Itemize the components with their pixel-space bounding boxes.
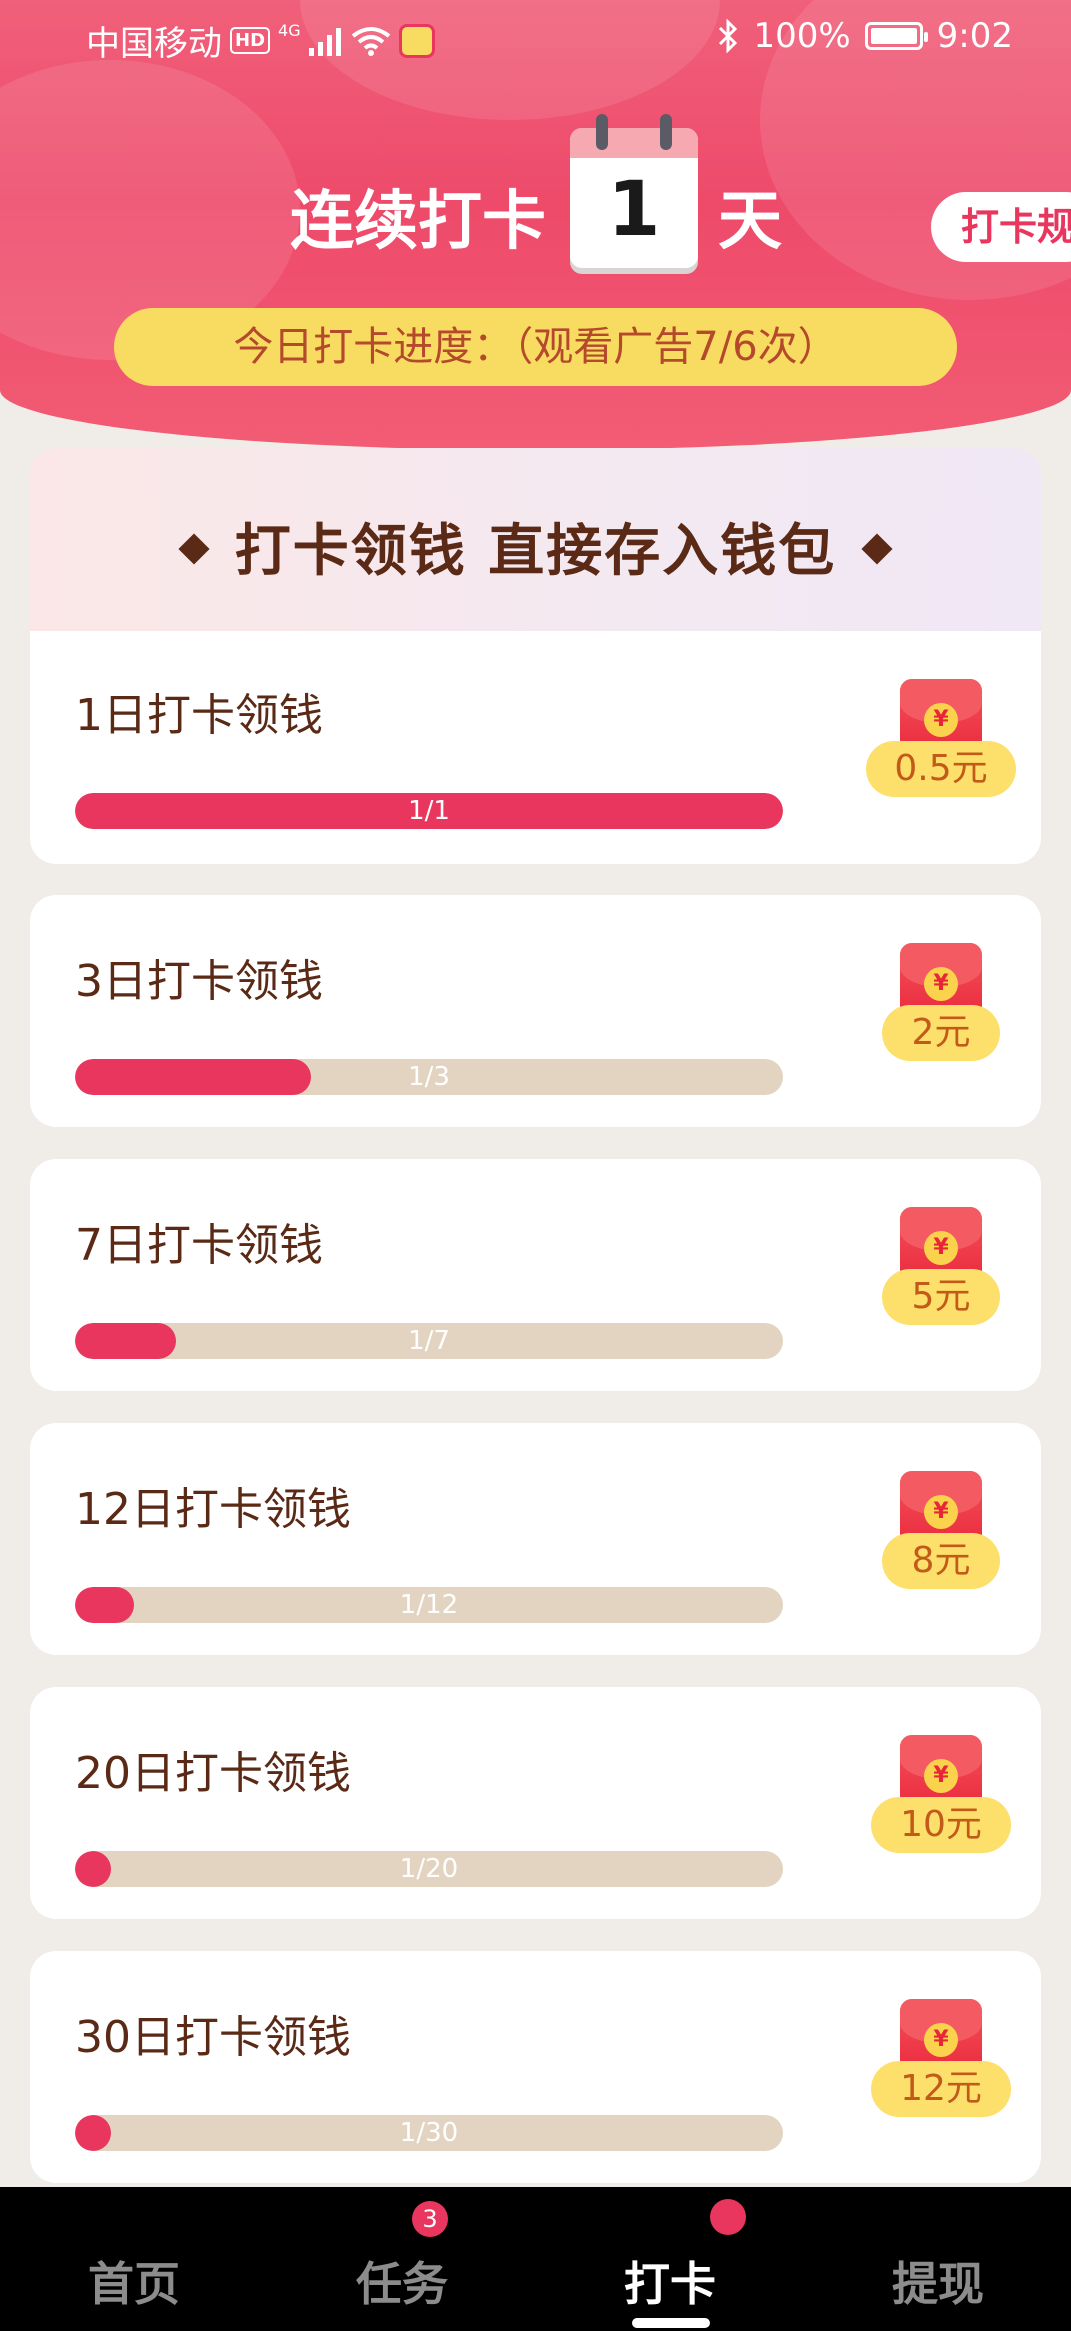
network-type: 4G	[278, 21, 301, 40]
checkin-card: 3日打卡领钱 1/3 ¥2元	[30, 895, 1041, 1127]
app-notification-icon	[398, 23, 435, 58]
checkin-card: 7日打卡领钱 1/7 ¥5元	[30, 1159, 1041, 1391]
yuan-coin-icon: ¥	[924, 1231, 958, 1265]
tasks-badge: 3	[412, 2201, 448, 2237]
signal-icon	[308, 27, 341, 56]
yuan-coin-icon: ¥	[924, 2023, 958, 2057]
battery-percent: 100%	[753, 16, 851, 56]
rules-button[interactable]: 打卡规则	[931, 192, 1071, 262]
progress-bar: 1/3	[75, 1059, 783, 1095]
home-indicator	[632, 2318, 710, 2328]
checkin-card: 20日打卡领钱 1/20 ¥10元	[30, 1687, 1041, 1919]
progress-bar: 1/20	[75, 1851, 783, 1887]
diamond-icon	[178, 533, 210, 565]
battery-icon	[864, 22, 928, 50]
tab-label: 打卡	[624, 2257, 716, 2311]
tab-label: 任务	[356, 2257, 448, 2311]
streak-days: 1	[607, 164, 661, 253]
yuan-coin-icon: ¥	[924, 703, 958, 737]
card-title: 30日打卡领钱	[75, 2012, 351, 2063]
wifi-icon	[351, 26, 390, 56]
progress-label: 1/30	[399, 2118, 459, 2148]
hd-icon: HD	[230, 27, 271, 54]
reward-amount: 2元	[882, 1005, 1000, 1061]
checkin-card: 30日打卡领钱 1/30 ¥12元	[30, 1951, 1041, 2183]
carrier: 中国移动	[86, 24, 222, 64]
progress-label: 1/1	[408, 796, 450, 826]
card-title: 20日打卡领钱	[75, 1748, 351, 1799]
tab-checkin[interactable]: 打卡	[536, 2187, 804, 2331]
progress-label: 1/12	[399, 1590, 459, 1620]
reward-amount: 0.5元	[866, 741, 1016, 797]
card-title: 1日打卡领钱	[75, 690, 323, 741]
reward-amount: 8元	[882, 1533, 1000, 1589]
calendar-icon: 1	[570, 114, 698, 268]
tab-label: 首页	[88, 2257, 180, 2311]
card-title: 3日打卡领钱	[75, 956, 323, 1007]
progress-bar: 1/12	[75, 1587, 783, 1623]
tab-withdraw[interactable]: 提现	[804, 2187, 1071, 2331]
notification-dot	[710, 2199, 746, 2235]
progress-bar: 1/7	[75, 1323, 783, 1359]
reward-banner: 打卡领钱 直接存入钱包	[30, 448, 1041, 631]
reward-amount: 5元	[882, 1269, 1000, 1325]
banner-title: 打卡领钱 直接存入钱包	[234, 519, 837, 584]
checkin-card: 12日打卡领钱 1/12 ¥8元	[30, 1423, 1041, 1655]
reward-amount: 12元	[871, 2061, 1011, 2117]
clock: 9:02	[936, 16, 1013, 56]
progress-bar: 1/1	[75, 793, 783, 829]
diamond-icon	[861, 533, 893, 565]
progress-label: 1/7	[408, 1326, 450, 1356]
yuan-coin-icon: ¥	[924, 967, 958, 1001]
status-bar: 中国移动 HD 4G 100% 9:02	[0, 0, 1071, 75]
progress-label: 1/3	[408, 1062, 450, 1092]
streak-prefix: 连续打卡	[290, 185, 546, 259]
streak-suffix: 天	[718, 185, 782, 259]
bottom-tab-bar: 首页 任务 3 打卡 提现	[0, 2187, 1071, 2331]
tab-tasks[interactable]: 任务 3	[268, 2187, 536, 2331]
yuan-coin-icon: ¥	[924, 1495, 958, 1529]
tab-home[interactable]: 首页	[0, 2187, 268, 2331]
card-title: 12日打卡领钱	[75, 1484, 351, 1535]
tab-label: 提现	[892, 2257, 984, 2311]
header: 中国移动 HD 4G 100% 9:02 连续打卡 1 天 打卡规 今日打卡进度…	[0, 0, 1071, 450]
reward-amount: 10元	[871, 1797, 1011, 1853]
card-title: 7日打卡领钱	[75, 1220, 323, 1271]
checkin-card: 1日打卡领钱 1/1 ¥0.5元	[30, 631, 1041, 864]
yuan-coin-icon: ¥	[924, 1759, 958, 1793]
bluetooth-icon	[719, 19, 738, 53]
progress-label: 1/20	[399, 1854, 459, 1884]
progress-bar: 1/30	[75, 2115, 783, 2151]
streak-counter: 连续打卡 1 天	[0, 110, 1071, 270]
today-progress: 今日打卡进度：（观看广告7/6次）	[114, 308, 957, 386]
